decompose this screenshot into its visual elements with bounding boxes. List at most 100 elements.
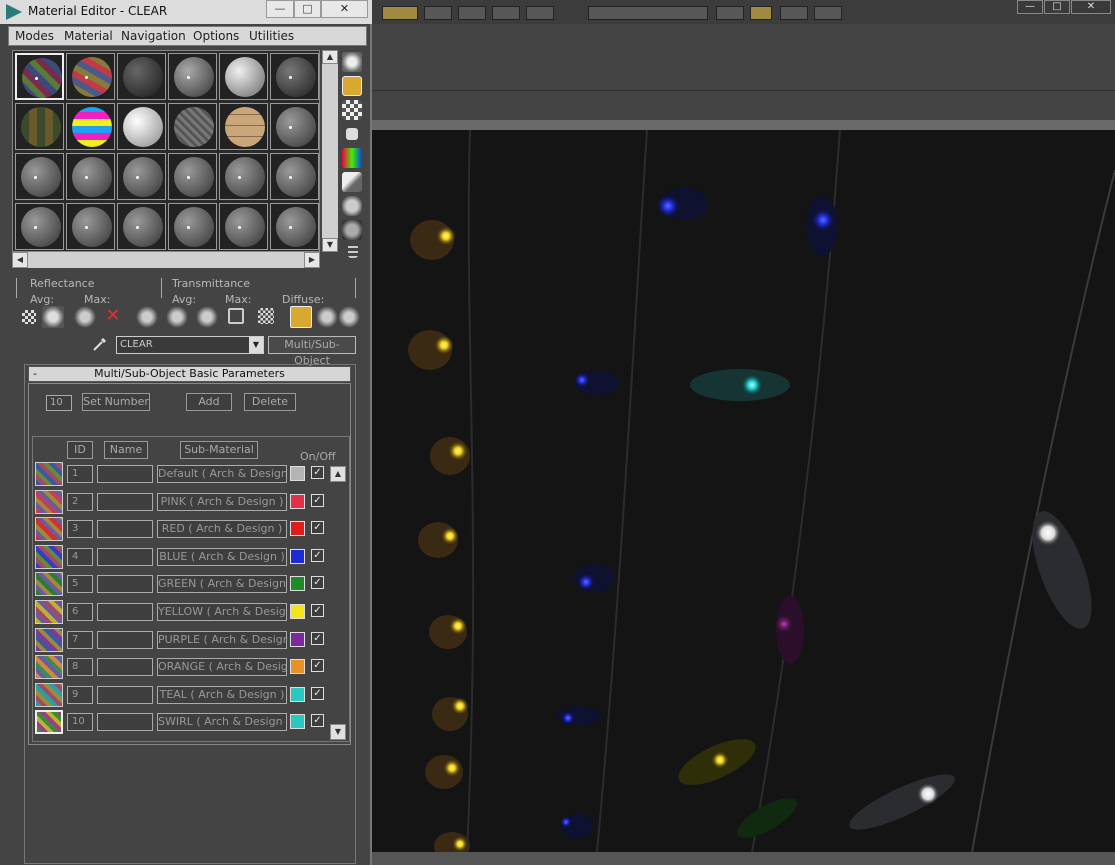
toolbar-icon[interactable] [492,6,520,20]
material-name-field[interactable]: CLEAR ▼ [116,336,264,354]
submaterial-button[interactable]: SWIRL ( Arch & Design ) [157,713,287,732]
put-to-library-icon[interactable] [196,306,218,328]
scroll-up-arrow-icon[interactable]: ▲ [322,50,338,64]
scroll-left-arrow-icon[interactable]: ◀ [12,252,28,268]
sample-slot[interactable] [15,53,64,100]
sample-slot[interactable] [66,53,115,100]
toolbar-icon[interactable] [716,6,744,20]
submaterial-button[interactable]: TEAL ( Arch & Design ) [157,685,287,704]
sample-slot[interactable] [117,153,166,200]
menu-modes[interactable]: Modes [15,29,54,43]
submaterial-id-field[interactable]: 10 [67,713,93,732]
sample-slot[interactable] [117,103,166,150]
sample-slot[interactable] [117,203,166,250]
submaterial-name-field[interactable] [97,630,153,649]
submaterial-on-checkbox[interactable]: ✓ [311,466,324,479]
submaterial-on-checkbox[interactable]: ✓ [311,631,324,645]
sample-slot[interactable] [15,103,64,150]
submaterial-color-swatch[interactable] [290,714,305,730]
submaterial-on-checkbox[interactable]: ✓ [311,604,324,617]
sample-type-icon[interactable] [342,52,362,72]
sample-slot[interactable] [15,203,64,250]
toolbar-icon[interactable] [424,6,452,20]
minimize-button[interactable]: — [266,0,294,18]
backlight-icon[interactable] [342,76,362,96]
submaterial-name-field[interactable] [97,520,153,539]
go-forward-sibling-icon[interactable] [338,306,360,328]
toolbar-dropdown[interactable] [588,6,708,20]
submaterial-name-field[interactable] [97,685,153,704]
submaterial-id-field[interactable]: 5 [67,575,93,594]
submaterial-name-field[interactable] [97,658,153,677]
submaterial-name-field[interactable] [97,465,153,483]
submaterial-thumbnail[interactable] [35,544,63,569]
submaterial-thumbnail[interactable] [35,600,63,624]
submaterial-thumbnail[interactable] [35,655,63,680]
submaterial-id-field[interactable]: 1 [67,465,93,483]
submaterial-color-swatch[interactable] [290,659,305,675]
chevron-down-icon[interactable]: ▼ [249,337,263,353]
title-bar[interactable]: Material Editor - CLEAR — □ ✕ [0,0,372,24]
submaterial-on-checkbox[interactable]: ✓ [311,659,324,673]
submaterial-color-swatch[interactable] [290,576,305,592]
number-of-materials-field[interactable]: 10 [46,395,72,411]
submaterial-button[interactable]: RED ( Arch & Design ) [157,520,287,539]
sample-slot[interactable] [66,203,115,250]
show-map-in-viewport-icon[interactable] [258,308,274,324]
submaterial-color-swatch[interactable] [290,686,305,702]
menu-utilities[interactable]: Utilities [249,29,294,43]
submaterial-id-field[interactable]: 2 [67,492,93,511]
sample-uv-tiling-icon[interactable] [346,128,358,140]
viewport-panel[interactable]: — □ ✕ [372,0,1115,865]
sample-slot[interactable] [168,203,217,250]
sample-slot[interactable] [66,153,115,200]
submaterial-name-field[interactable] [97,547,153,566]
make-material-copy-icon[interactable] [136,306,158,328]
sample-slot[interactable] [270,53,319,100]
app-maximize-button[interactable]: □ [1044,0,1070,14]
submaterial-button[interactable]: PINK ( Arch & Design ) [157,492,287,511]
list-scroll-up-arrow-icon[interactable]: ▲ [330,466,346,482]
submaterial-on-checkbox[interactable]: ✓ [311,576,324,590]
submaterial-thumbnail[interactable] [35,710,63,735]
sample-slot[interactable] [168,153,217,200]
background-checker-icon[interactable] [342,100,362,120]
reset-map-x-icon[interactable]: ✕ [102,306,124,328]
toolbar-icon[interactable] [458,6,486,20]
add-button[interactable]: Add [186,393,232,411]
submaterial-button[interactable]: BLUE ( Arch & Design ) [157,547,287,566]
list-scroll-down-arrow-icon[interactable]: ▼ [330,724,346,740]
material-type-button[interactable]: Multi/Sub-Object [268,336,356,367]
submaterial-thumbnail[interactable] [35,489,63,514]
submaterial-color-swatch[interactable] [290,631,305,647]
submaterial-color-swatch[interactable] [290,493,305,509]
submaterial-color-swatch[interactable] [290,521,305,537]
submaterial-thumbnail[interactable] [35,682,63,707]
menu-material[interactable]: Material [64,29,113,43]
submaterial-id-field[interactable]: 7 [67,630,93,649]
submaterial-id-field[interactable]: 4 [67,547,93,566]
submaterial-name-field[interactable] [97,492,153,511]
set-number-button[interactable]: Set Number [82,393,150,411]
submaterial-on-checkbox[interactable]: ✓ [311,521,324,535]
collapse-icon[interactable]: - [33,367,37,381]
go-to-parent-icon[interactable] [316,306,338,328]
sample-slot[interactable] [219,103,268,150]
submaterial-thumbnail[interactable] [35,572,63,597]
submaterial-on-checkbox[interactable]: ✓ [311,548,324,562]
material-id-channel-icon[interactable] [228,308,244,324]
menu-options[interactable]: Options [193,29,239,43]
submaterial-color-swatch[interactable] [290,548,305,564]
submaterial-color-swatch[interactable] [290,466,305,481]
get-material-icon[interactable] [22,310,36,324]
video-color-check-icon[interactable] [342,148,362,168]
put-material-to-scene-icon[interactable] [42,306,64,328]
slots-vertical-scrollbar[interactable]: ▲ ▼ [322,50,338,252]
submaterial-name-field[interactable] [97,603,153,621]
submaterial-id-field[interactable]: 9 [67,685,93,704]
sort-by-submaterial-button[interactable]: Sub-Material [180,441,258,459]
sort-by-name-button[interactable]: Name [104,441,148,459]
options-icon[interactable] [342,196,362,216]
submaterial-thumbnail[interactable] [35,517,63,542]
sample-slot[interactable] [270,103,319,150]
